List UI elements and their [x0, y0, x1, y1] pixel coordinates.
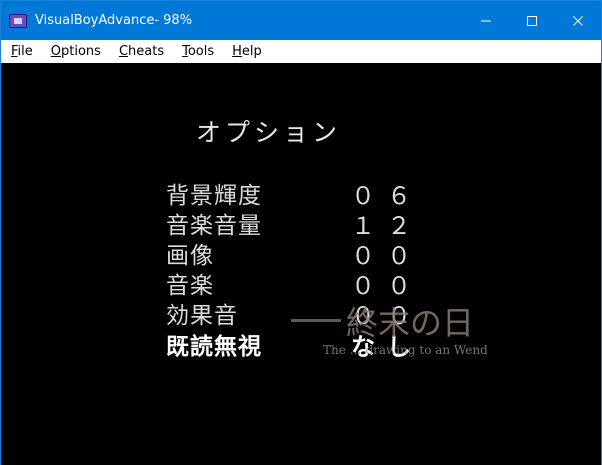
minimize-icon — [481, 20, 491, 21]
options-menu-title: オプション — [196, 118, 342, 147]
menu-bar: File Options Cheats Tools Help — [1, 40, 601, 64]
option-label-image: 画像 — [166, 243, 214, 269]
menu-help[interactable]: Help — [224, 44, 270, 59]
menu-cheats[interactable]: Cheats — [111, 44, 172, 59]
menu-file[interactable]: File — [3, 44, 41, 59]
minimize-button[interactable] — [463, 1, 509, 40]
menu-cheats-label: heats — [128, 44, 165, 59]
menu-options-label: ptions — [61, 44, 101, 59]
menu-cheats-accel: C — [118, 44, 129, 59]
emulator-window: VisualBoyAdvance- 98% File Options Cheat… — [0, 0, 602, 465]
maximize-icon — [527, 15, 537, 26]
close-button[interactable] — [555, 1, 601, 40]
option-label-background-brightness: 背景輝度 — [166, 183, 262, 209]
option-label-music-volume: 音楽音量 — [166, 213, 262, 239]
title-bar[interactable]: VisualBoyAdvance- 98% — [1, 1, 601, 40]
option-label-skip-read: 既読無視 — [166, 334, 262, 360]
overlay-subtitle: The … drawing to an Wend — [323, 343, 488, 357]
menu-options[interactable]: Options — [43, 44, 109, 59]
menu-file-label: ile — [17, 44, 33, 59]
close-icon — [573, 15, 583, 26]
menu-help-accel: H — [232, 44, 242, 59]
option-label-sound-effects: 効果音 — [166, 303, 238, 329]
overlay-game-title: 終末の日 — [346, 304, 475, 342]
overlay-dash — [291, 319, 341, 322]
visualboyadvance-icon — [9, 13, 27, 28]
window-title: VisualBoyAdvance- 98% — [35, 13, 193, 28]
menu-help-label: elp — [241, 44, 262, 59]
menu-tools-label: ools — [187, 44, 215, 59]
menu-options-accel: O — [50, 44, 62, 59]
option-label-music: 音楽 — [166, 273, 214, 299]
window-controls — [463, 1, 601, 40]
maximize-button[interactable] — [509, 1, 555, 40]
game-screen[interactable]: オプション 背景輝度 ０６ 音楽音量 １２ 画像 ００ 音楽 ００ 効果音 ００… — [1, 63, 601, 465]
menu-tools[interactable]: Tools — [174, 44, 222, 59]
